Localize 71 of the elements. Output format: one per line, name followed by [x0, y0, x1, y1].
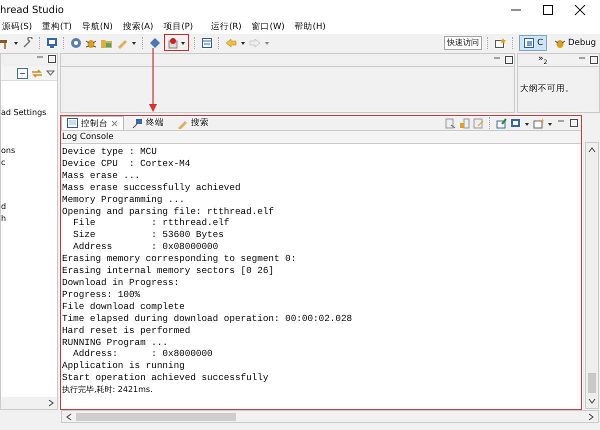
quick-access-field[interactable]: 快速访问 — [444, 36, 482, 50]
console-title: Log Console — [61, 131, 581, 144]
perspective-tab[interactable]: Debug — [550, 34, 600, 50]
menu-item[interactable]: 搜索(A) — [122, 21, 154, 33]
open-perspective-icon[interactable] — [494, 36, 508, 48]
collapse-all-icon[interactable] — [17, 68, 28, 78]
console-line: Erasing memory corresponding to segment 0: — [62, 253, 298, 266]
console-icon — [67, 118, 78, 129]
console-line: Time elapsed during download operation: 00:00:02.028 — [62, 312, 354, 325]
scrollbar-thumb[interactable] — [588, 373, 596, 393]
callout-arrow — [149, 48, 157, 113]
console-line: Memory Programming ... — [62, 194, 186, 206]
console-line: Erasing internal memory sectors [0 26] — [62, 265, 276, 277]
console-tab[interactable]: 控制台 — [61, 116, 124, 130]
console-line: File : rtthread.elf — [72, 217, 230, 230]
console-line: Address: : 0x8000000 — [72, 348, 214, 360]
console-line: Opening and parsing file: rtthread.elf — [62, 206, 276, 218]
menu-item[interactable]: 项目(P) — [163, 21, 194, 33]
menu-item[interactable]: 重构(T) — [42, 21, 72, 33]
overflow-tabs-button[interactable]: »$_{2}$ — [538, 54, 548, 66]
tree-item[interactable]: c — [1, 157, 6, 169]
monitor-icon[interactable] — [46, 36, 58, 48]
perspective-tab[interactable]: C — [519, 34, 548, 50]
console-line: Start operation achieved successfully — [62, 372, 270, 384]
console-line: Application is running — [62, 360, 186, 372]
tree-item[interactable]: h — [1, 213, 6, 225]
console-line: Device CPU : Cortex-M4 — [62, 158, 192, 170]
horizontal-scrollbar[interactable] — [61, 410, 599, 423]
menu-item[interactable]: 帮助(H) — [294, 21, 326, 33]
scrollbar-thumb[interactable] — [76, 412, 236, 420]
console-line: Mass erase successfully achieved — [62, 182, 242, 194]
vertical-scrollbar[interactable] — [585, 142, 599, 409]
window-icon[interactable] — [201, 36, 213, 48]
menu-item[interactable]: 导航(N) — [82, 21, 113, 33]
console-tab[interactable]: 搜索 — [172, 116, 214, 130]
console-line: Address : 0x08000000 — [72, 241, 220, 254]
scroll-right-icon[interactable] — [47, 399, 55, 407]
maximize-icon[interactable] — [569, 118, 579, 128]
tree-item[interactable]: ad Settings — [1, 107, 46, 119]
console-line: Size : 53600 Bytes — [72, 229, 225, 242]
scroll-up-icon[interactable] — [588, 146, 596, 154]
scroll-down-icon[interactable] — [588, 397, 596, 405]
console-tab[interactable]: 终端 — [127, 116, 169, 130]
maximize-icon[interactable] — [542, 4, 554, 16]
tree-item[interactable]: ons — [1, 145, 16, 157]
menu-item[interactable]: 窗口(W) — [252, 21, 285, 33]
maximize-icon[interactable] — [589, 55, 599, 65]
c-perspective-icon — [523, 36, 536, 48]
close-icon[interactable] — [574, 4, 586, 16]
scroll-right-icon[interactable] — [587, 412, 595, 420]
console-line: Hard reset is performed — [62, 324, 192, 336]
terminal-icon — [132, 118, 143, 128]
console-line: Progress: 100% — [62, 288, 142, 301]
new-console-icon[interactable] — [533, 118, 544, 128]
outline-message: 大纲不可用。 — [520, 83, 575, 95]
wrench-icon[interactable] — [22, 36, 34, 48]
console-line: Mass erase ... — [62, 170, 142, 182]
menu-item[interactable]: 运行(R) — [211, 21, 242, 33]
tree-item[interactable]: d — [1, 201, 6, 213]
console-line: Device type : MCU — [62, 146, 158, 158]
diamond-icon[interactable] — [149, 36, 161, 48]
console-line: File download complete — [62, 300, 186, 313]
dropdown-icon[interactable] — [46, 68, 55, 78]
scroll-left-icon[interactable] — [65, 412, 73, 420]
window-title: hread Studio — [0, 4, 64, 16]
console-line: Download in Progress: — [62, 276, 180, 289]
console-line: 执行完毕,耗时: 2421ms. — [62, 384, 154, 396]
maximize-icon[interactable] — [504, 55, 514, 65]
menu-item[interactable]: 源码(S) — [2, 21, 32, 33]
maximize-icon[interactable] — [47, 54, 57, 64]
console-line: RUNNING Program ... — [62, 336, 170, 348]
